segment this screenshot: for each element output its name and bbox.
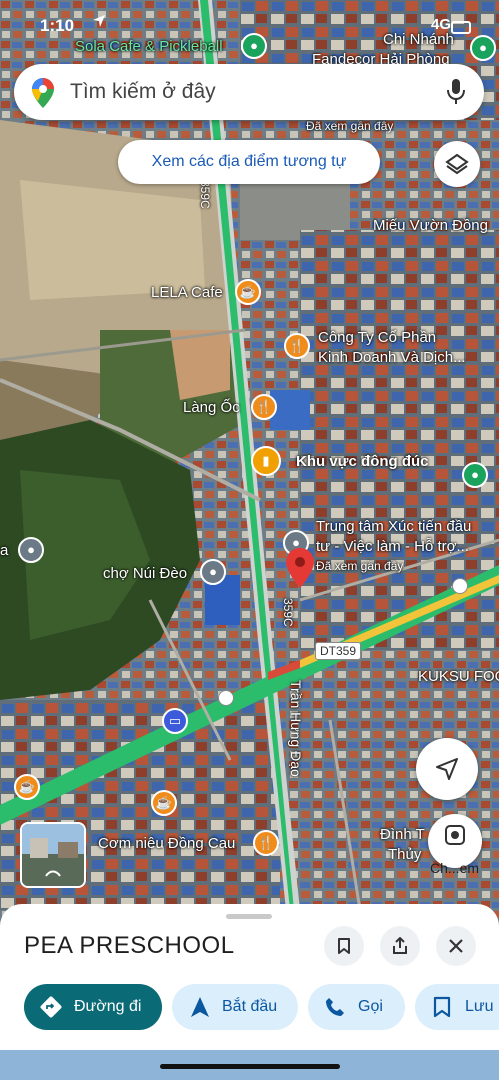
search-bar[interactable]: Tìm kiếm ở đây: [14, 64, 484, 120]
close-button[interactable]: [436, 926, 476, 966]
location-arrow-icon: [93, 15, 105, 27]
microphone-icon[interactable]: [446, 78, 466, 106]
map-label[interactable]: Sola Cafe & Pickleball: [75, 37, 223, 57]
save-label: Lưu: [465, 998, 494, 1015]
cafe-icon[interactable]: ☕: [235, 279, 261, 305]
navigation-arrow-icon: [436, 758, 458, 780]
map-label[interactable]: LELA Cafe: [151, 283, 223, 303]
save-place-button[interactable]: [324, 926, 364, 966]
restaurant-icon[interactable]: 🍴: [253, 830, 279, 856]
map-label[interactable]: Khu vực đông đúc: [296, 452, 429, 472]
maps-logo-icon: [32, 78, 54, 108]
start-button[interactable]: Bắt đầu: [172, 984, 298, 1030]
close-icon: [449, 939, 463, 953]
map-label[interactable]: KUKSU FOO: [418, 667, 499, 687]
save-button[interactable]: Lưu: [415, 984, 499, 1030]
road-shield: DT359: [315, 642, 362, 660]
map-label[interactable]: Cơm niêu Đồng Cau: [98, 834, 235, 854]
home-indicator[interactable]: [160, 1064, 340, 1069]
store-icon[interactable]: ●: [470, 35, 496, 61]
map-label[interactable]: a: [0, 541, 8, 561]
layers-button[interactable]: [434, 141, 480, 187]
directions-button[interactable]: Đường đi: [24, 984, 162, 1030]
bus-stop-icon[interactable]: [452, 578, 468, 594]
bookmark-icon: [338, 938, 350, 954]
map-label[interactable]: Đình T: [380, 825, 425, 845]
layers-icon: [445, 153, 469, 175]
location-pin-icon[interactable]: [286, 548, 314, 588]
place-title: PEA PRESCHOOL: [24, 932, 235, 959]
map-label[interactable]: chợ Núi Đèo: [103, 564, 187, 584]
map-label[interactable]: tư - Việc làm - Hỗ trợ...: [316, 537, 469, 557]
restaurant-icon[interactable]: 🍴: [251, 394, 277, 420]
directions-icon: [40, 996, 62, 1018]
place-icon[interactable]: ●: [18, 537, 44, 563]
map-label: Đã xem gần đây: [316, 559, 404, 573]
phone-icon: [326, 998, 344, 1016]
directions-label: Đường đi: [74, 998, 142, 1015]
my-location-button[interactable]: [416, 738, 478, 800]
status-time: 1:10: [40, 16, 75, 35]
cafe-icon[interactable]: ☕: [14, 774, 40, 800]
search-input[interactable]: Tìm kiếm ở đây: [70, 80, 216, 104]
bus-stop-icon[interactable]: [218, 690, 234, 706]
street-view-image: [22, 824, 84, 886]
map-label[interactable]: Kinh Doanh Và Dịch...: [318, 348, 466, 368]
call-label: Gọi: [358, 998, 383, 1015]
map-label[interactable]: Công Ty Cổ Phần: [318, 328, 436, 348]
street-label: Trần Hưng Đạo: [288, 680, 304, 777]
lens-label[interactable]: Ch...em: [430, 860, 479, 876]
road-label: 359C: [198, 180, 212, 209]
restaurant-icon[interactable]: 🍴: [284, 333, 310, 359]
share-button[interactable]: [380, 926, 420, 966]
bookmark-icon: [433, 996, 451, 1018]
map-label[interactable]: Làng Ốc: [183, 398, 240, 418]
street-view-thumbnail[interactable]: [20, 822, 86, 888]
battery-icon: [451, 21, 471, 34]
start-label: Bắt đầu: [222, 998, 278, 1015]
map-label[interactable]: Trung tâm Xúc tiến đầu: [316, 517, 471, 537]
camera-lens-icon: [445, 825, 465, 845]
map-label[interactable]: Miếu Vườn Đồng: [373, 216, 488, 236]
cafe-icon[interactable]: ☕: [151, 790, 177, 816]
drag-handle[interactable]: [226, 914, 272, 919]
map-label[interactable]: Thủy: [388, 845, 421, 865]
navigation-arrow-icon: [191, 997, 209, 1017]
park-icon[interactable]: ●: [241, 33, 267, 59]
store-icon[interactable]: ●: [462, 462, 488, 488]
road-label: 359C: [281, 598, 295, 627]
map-label[interactable]: Chi Nhánh: [383, 30, 454, 50]
school-icon[interactable]: ▭: [162, 708, 188, 734]
share-icon: [393, 937, 407, 954]
call-button[interactable]: Gọi: [308, 984, 405, 1030]
crowded-area-icon[interactable]: ▮: [251, 446, 281, 476]
market-icon[interactable]: ●: [200, 559, 226, 585]
similar-places-button[interactable]: Xem các địa điểm tương tự: [118, 140, 380, 184]
